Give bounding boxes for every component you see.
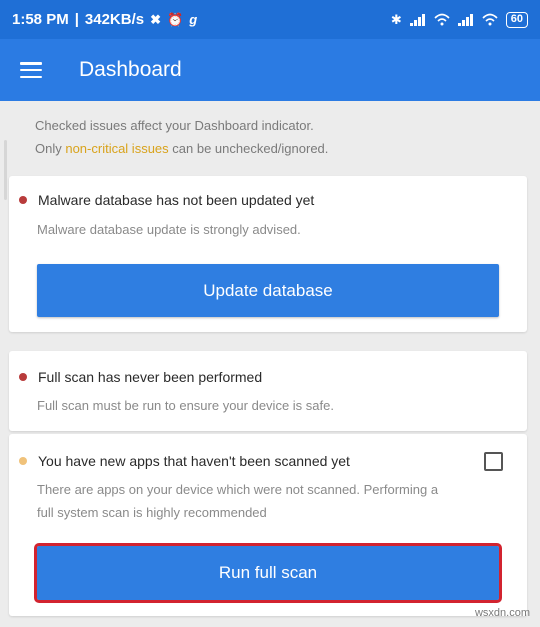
wifi-hotspot-icon (434, 13, 450, 26)
issue-card-malware-database: Malware database has not been updated ye… (9, 176, 527, 332)
intro-line-1: Checked issues affect your Dashboard ind… (35, 118, 314, 133)
non-critical-indicator-icon (19, 457, 27, 465)
scroll-indicator (4, 140, 7, 200)
issue-title: Malware database has not been updated ye… (38, 192, 315, 208)
hamburger-menu-icon[interactable] (20, 62, 42, 78)
status-divider: | (74, 11, 79, 28)
run-full-scan-button[interactable]: Run full scan (34, 543, 502, 603)
app-notification-icon: g (189, 12, 198, 27)
issue-description: Malware database update is strongly advi… (37, 222, 301, 237)
non-critical-issues-link: non-critical issues (65, 141, 169, 156)
signal-icon (409, 13, 425, 26)
intro-line-2-suffix: can be unchecked/ignored. (168, 141, 329, 156)
intro-line-2-prefix: Only (35, 141, 66, 156)
issue-header: You have new apps that haven't been scan… (19, 453, 350, 469)
issue-description-line-2: full system scan is highly recommended (37, 505, 267, 520)
wifi-icon (482, 13, 498, 26)
update-database-button[interactable]: Update database (37, 264, 499, 317)
intro-text: Checked issues affect your Dashboard ind… (35, 114, 328, 160)
network-speed: 342KB/s (84, 11, 145, 28)
status-left: 1:58 PM | 342KB/s ✖ ⏰ g (12, 11, 197, 28)
status-right: ✱ 60 (390, 11, 528, 28)
watermark: wsxdn.com (474, 607, 530, 619)
status-time: 1:58 PM (12, 11, 69, 28)
mute-icon: ✖ (150, 11, 162, 27)
issue-description-line-1: There are apps on your device which were… (37, 482, 439, 497)
issue-title: Full scan has never been performed (38, 369, 263, 385)
status-bar: 1:58 PM | 342KB/s ✖ ⏰ g ✱ 60 (0, 0, 540, 39)
signal-icon-2 (457, 13, 473, 26)
critical-indicator-icon (19, 196, 27, 204)
issue-card-full-scan: Full scan has never been performed Full … (9, 351, 527, 431)
issue-description: There are apps on your device which were… (37, 478, 438, 524)
issue-description: Full scan must be run to ensure your dev… (37, 398, 334, 413)
critical-indicator-icon (19, 373, 27, 381)
battery-icon: 60 (505, 11, 528, 28)
page-title: Dashboard (79, 58, 182, 81)
app-bar: Dashboard (0, 39, 540, 101)
issue-card-new-apps: You have new apps that haven't been scan… (9, 434, 527, 616)
issue-header: Full scan has never been performed (19, 369, 262, 385)
issue-title: You have new apps that haven't been scan… (38, 453, 350, 469)
ignore-issue-checkbox[interactable] (484, 452, 503, 471)
intro-line-2: Only non-critical issues can be unchecke… (35, 137, 328, 160)
alarm-icon: ⏰ (167, 11, 184, 27)
bluetooth-icon: ✱ (390, 11, 402, 27)
issue-header: Malware database has not been updated ye… (19, 192, 314, 208)
